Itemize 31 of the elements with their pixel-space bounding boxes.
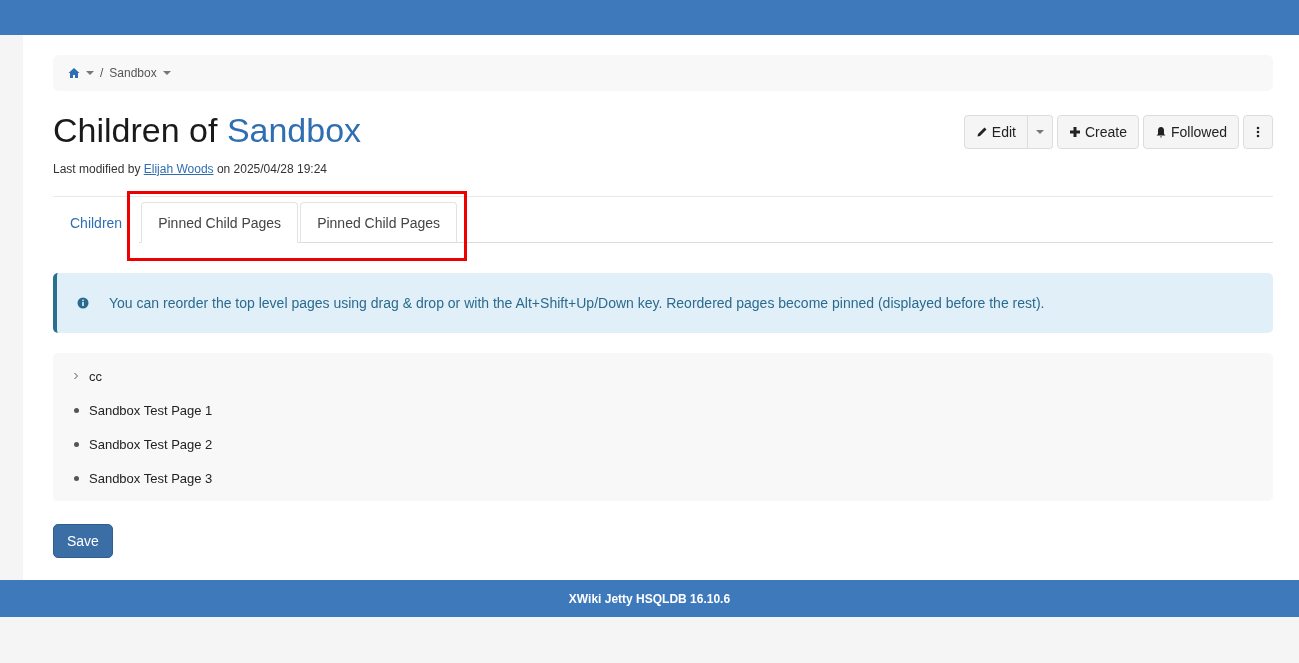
- edit-button[interactable]: Edit: [963, 115, 1028, 149]
- tree-item[interactable]: Sandbox Test Page 1: [89, 402, 213, 418]
- info-icon: [77, 297, 89, 309]
- more-icon: [1256, 126, 1260, 138]
- caret-icon[interactable]: [162, 71, 171, 75]
- caret-icon[interactable]: [86, 71, 94, 75]
- tab[interactable]: Pinned Child Pages: [141, 202, 299, 243]
- followed-button[interactable]: Followed: [1142, 115, 1239, 149]
- tree-item[interactable]: cc: [89, 368, 102, 384]
- tree-item[interactable]: Sandbox Test Page 2: [89, 436, 213, 452]
- save-button[interactable]: Save: [53, 524, 113, 558]
- bullet-icon: [74, 441, 79, 447]
- edit-dropdown-button[interactable]: [1027, 115, 1053, 149]
- home-icon: [68, 67, 80, 79]
- chevron-icon[interactable]: [73, 372, 79, 380]
- author-link[interactable]: Elijah Woods: [143, 162, 214, 176]
- footer-text: XWiki Jetty HSQLDB 16.10.6: [568, 591, 731, 606]
- breadcrumb-link[interactable]: Sandbox: [109, 66, 157, 80]
- breadcrumb-separator: /: [100, 66, 104, 80]
- tree-item[interactable]: Sandbox Test Page 3: [89, 470, 213, 486]
- plus-icon: [1068, 126, 1081, 138]
- create-button[interactable]: Create: [1056, 115, 1139, 149]
- bullet-icon: [74, 407, 79, 413]
- bullet-icon: [74, 475, 79, 481]
- pencil-icon: [975, 126, 988, 138]
- page-title: Children of Sandbox: [53, 111, 362, 150]
- bell-icon: [1154, 126, 1167, 138]
- tab[interactable]: Pinned Child Pages: [300, 202, 458, 243]
- more-button[interactable]: [1243, 115, 1273, 149]
- info-text: You can reorder the top level pages using drag & drop or with the Alt+Shift+Up/Down key. Reordered pages become pinned (displayed before the rest).: [109, 295, 1045, 311]
- last-modified-text: Last modified by Elijah Woods on 2025/04/28 19:24: [53, 162, 328, 176]
